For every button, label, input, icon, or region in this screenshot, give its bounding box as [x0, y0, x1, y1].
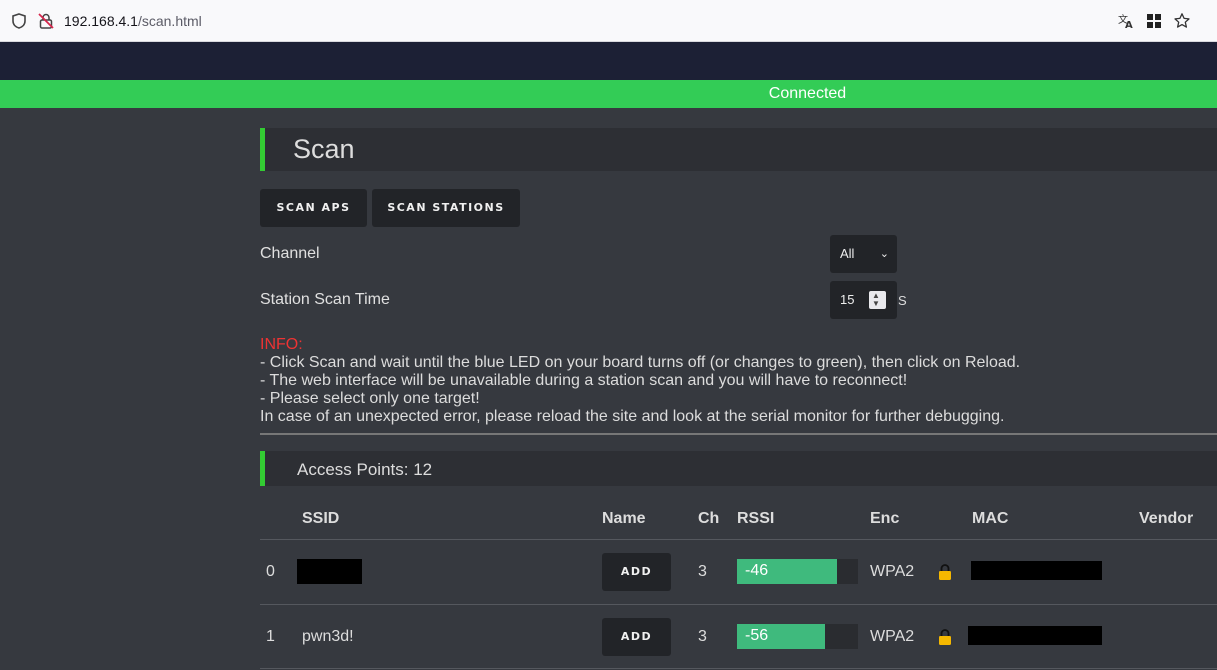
lock-icon: [939, 564, 951, 580]
rssi-bar: -56: [737, 624, 858, 649]
scan-section-header: Scan: [260, 128, 1217, 171]
row-index: 1: [266, 628, 275, 645]
station-scan-time-label: Station Scan Time: [260, 291, 390, 308]
info-line: - The web interface will be unavailable …: [260, 372, 908, 389]
channel-select-value: All: [840, 246, 855, 261]
info-block: INFO: - Click Scan and wait until the bl…: [260, 336, 1217, 426]
table-row-divider: [260, 604, 1217, 605]
shield-icon[interactable]: [10, 12, 28, 30]
table-row-divider: [260, 668, 1217, 669]
rssi-value: -56: [745, 627, 769, 644]
number-spinner[interactable]: ▲ ▼: [869, 291, 886, 309]
redacted-mac: [968, 626, 1102, 645]
encryption-value: WPA2: [870, 628, 915, 645]
channel-label: Channel: [260, 245, 320, 262]
insecure-lock-icon[interactable]: [37, 12, 55, 30]
column-header-rssi: RSSI: [737, 510, 775, 527]
column-header-name: Name: [602, 510, 646, 527]
bookmark-star-icon[interactable]: [1173, 12, 1191, 30]
info-line: - Please select only one target!: [260, 390, 480, 407]
column-header-vendor: Vendor: [1139, 510, 1194, 527]
rssi-bar: -46: [737, 559, 858, 584]
spin-down-icon[interactable]: ▼: [872, 300, 880, 308]
extensions-grid-icon[interactable]: [1145, 12, 1163, 30]
url-field[interactable]: 192.168.4.1/scan.html: [64, 13, 202, 29]
add-button[interactable]: ADD: [602, 553, 671, 591]
chevron-down-icon: ⌄: [879, 248, 889, 260]
browser-address-bar: 192.168.4.1/scan.html 文 A: [0, 0, 1217, 42]
top-nav-band: [0, 42, 1217, 80]
column-header-ssid: SSID: [302, 510, 340, 527]
lock-icon: [939, 629, 951, 645]
station-scan-time-value: 15: [840, 292, 855, 307]
redacted-ssid: [297, 559, 362, 584]
channel-select[interactable]: All ⌄: [830, 235, 897, 273]
channel-value: 3: [698, 628, 707, 645]
info-line: In case of an unexpected error, please r…: [260, 408, 1005, 425]
scan-title: Scan: [293, 134, 355, 164]
scan-stations-button[interactable]: SCAN STATIONS: [372, 189, 520, 227]
connection-status-bar: Connected: [0, 80, 1217, 108]
scan-aps-button[interactable]: SCAN APS: [260, 189, 367, 227]
column-header-mac: MAC: [972, 510, 1009, 527]
column-header-enc: Enc: [870, 510, 900, 527]
row-index: 0: [266, 563, 275, 580]
info-line: - Click Scan and wait until the blue LED…: [260, 354, 1021, 371]
svg-text:A: A: [1125, 20, 1133, 30]
station-scan-time-input[interactable]: 15 ▲ ▼: [830, 281, 897, 319]
channel-value: 3: [698, 563, 707, 580]
divider: [260, 433, 1217, 435]
url-host: 192.168.4.1: [64, 13, 138, 29]
translate-icon[interactable]: 文 A: [1117, 12, 1135, 30]
access-points-title: Access Points: 12: [297, 460, 433, 479]
table-row-divider: [260, 539, 1217, 540]
info-heading: INFO:: [260, 336, 303, 353]
url-path: /scan.html: [137, 13, 202, 29]
ssid-value: pwn3d!: [302, 628, 354, 645]
encryption-value: WPA2: [870, 563, 915, 580]
redacted-mac: [971, 561, 1102, 580]
access-points-header: Access Points: 12: [260, 451, 1217, 486]
add-button[interactable]: ADD: [602, 618, 671, 656]
column-header-ch: Ch: [698, 510, 720, 527]
scan-time-unit: S: [898, 293, 907, 308]
rssi-value: -46: [745, 562, 769, 579]
